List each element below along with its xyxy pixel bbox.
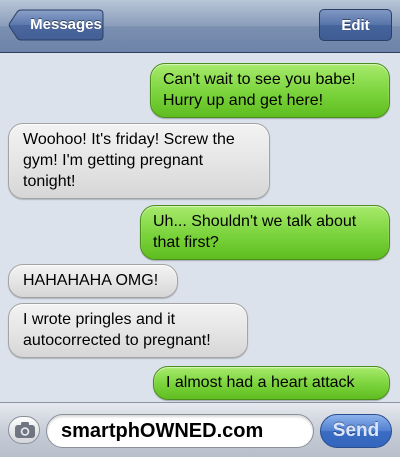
message-bubble-received[interactable]: I wrote pringles and it autocorrected to…	[8, 303, 248, 358]
message-bubble-sent[interactable]: Uh... Shouldn't we talk about that first…	[140, 205, 390, 260]
message-bubble-sent[interactable]: Can't wait to see you babe! Hurry up and…	[150, 63, 390, 118]
message-bubble-received[interactable]: Woohoo! It's friday! Screw the gym! I'm …	[8, 123, 270, 199]
camera-icon	[15, 422, 35, 438]
navigation-bar: Messages Edit	[0, 0, 400, 53]
back-button-label: Messages	[30, 16, 102, 33]
edit-button[interactable]: Edit	[319, 9, 392, 41]
back-messages-button[interactable]: Messages	[8, 9, 104, 41]
message-input[interactable]: smartphOWNED.com	[46, 414, 314, 448]
message-bubble-sent[interactable]: I almost had a heart attack	[153, 366, 390, 400]
send-button[interactable]: Send	[320, 414, 392, 448]
message-thread[interactable]: Can't wait to see you babe! Hurry up and…	[0, 53, 400, 402]
camera-button[interactable]	[8, 416, 40, 444]
composer-bar: smartphOWNED.com Send	[0, 402, 400, 457]
message-bubble-received[interactable]: HAHAHAHA OMG!	[8, 264, 178, 298]
